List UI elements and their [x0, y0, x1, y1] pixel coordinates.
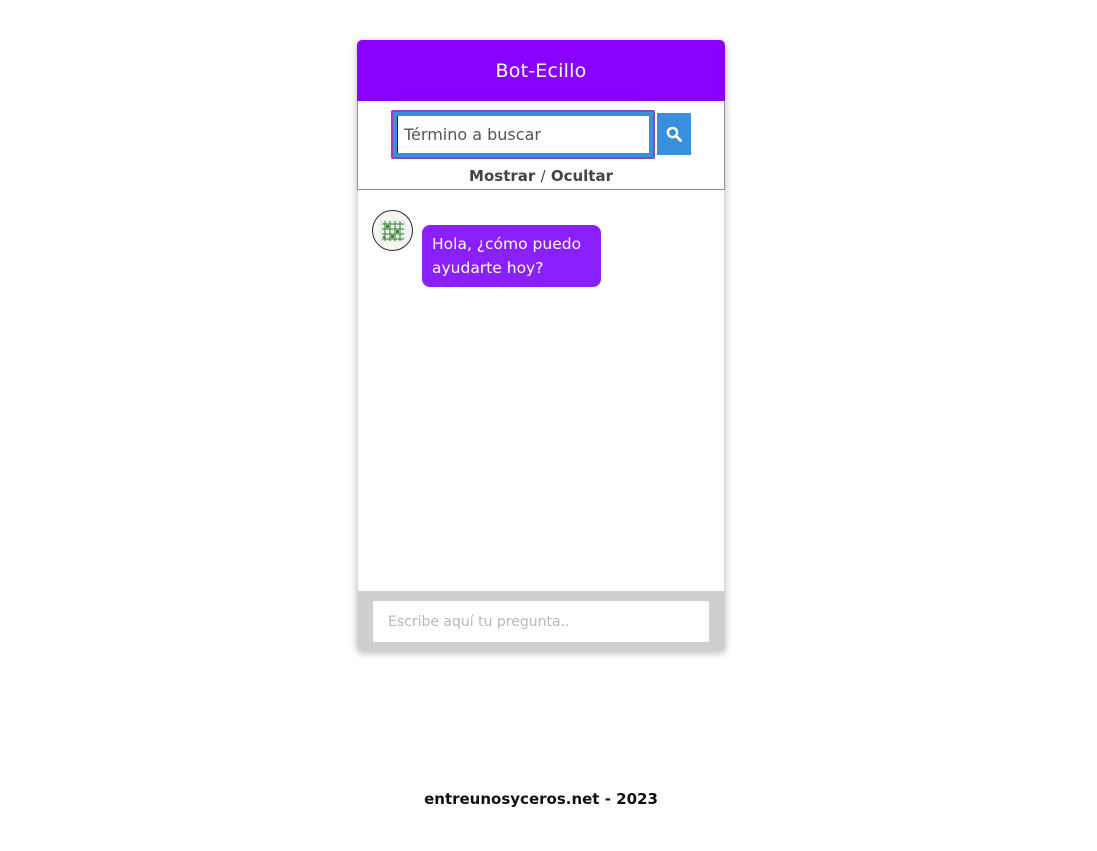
- search-row: [391, 110, 691, 159]
- chat-title: Bot-Ecillo: [495, 59, 587, 82]
- bot-message: Hola, ¿cómo puedo ayudarte hoy?: [372, 210, 601, 287]
- footer-text: entreunosyceros.net - 2023: [424, 790, 658, 808]
- show-toggle[interactable]: Mostrar: [469, 167, 535, 185]
- chat-window: Bot-Ecillo Mostrar / Ocultar: [357, 40, 725, 651]
- search-button[interactable]: [657, 113, 691, 155]
- search-input[interactable]: [397, 116, 649, 153]
- search-panel: Mostrar / Ocultar: [357, 101, 725, 190]
- bot-message-bubble: Hola, ¿cómo puedo ayudarte hoy?: [422, 225, 601, 287]
- composer: [357, 591, 725, 651]
- message-list: Hola, ¿cómo puedo ayudarte hoy?: [357, 190, 725, 591]
- chat-header: Bot-Ecillo: [357, 40, 725, 101]
- toggle-row: Mostrar / Ocultar: [358, 167, 724, 185]
- search-box: [391, 110, 655, 159]
- hide-toggle[interactable]: Ocultar: [551, 167, 613, 185]
- message-input[interactable]: [373, 601, 709, 642]
- bot-avatar-icon: [372, 210, 413, 251]
- search-icon: [666, 126, 682, 142]
- toggle-separator: /: [540, 167, 546, 185]
